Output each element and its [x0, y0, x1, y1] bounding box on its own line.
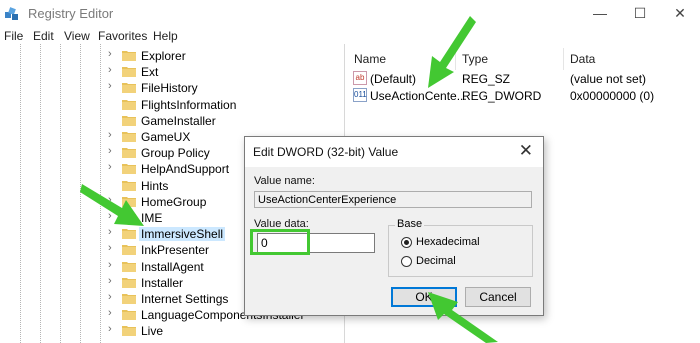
hexadecimal-label[interactable]: Hexadecimal	[416, 236, 480, 248]
base-label: Base	[395, 218, 425, 230]
close-icon[interactable]: ✕	[519, 141, 533, 161]
tree-item-label: Internet Settings	[141, 292, 229, 306]
column-separator[interactable]	[563, 48, 564, 70]
tree-item[interactable]: › FileHistory	[104, 80, 344, 96]
chevron-right-icon[interactable]: ›	[108, 291, 112, 303]
chevron-right-icon[interactable]: ›	[108, 145, 112, 157]
highlight-box	[250, 229, 310, 255]
decimal-radio[interactable]	[401, 256, 412, 267]
tree-item-label: HomeGroup	[141, 194, 207, 209]
tree-guide-line	[40, 44, 41, 343]
tree-item[interactable]: › Ext	[104, 64, 344, 80]
folder-icon	[122, 277, 136, 288]
tree-item-label: FlightsInformation	[141, 97, 237, 112]
folder-icon	[122, 82, 136, 94]
value-data: 0x00000000 (0)	[570, 89, 655, 103]
tree-item-label: Ext	[141, 65, 159, 80]
tree-item-label: InstallAgent	[141, 259, 204, 274]
string-value-icon: ab	[353, 71, 367, 85]
tree-item[interactable]: FlightsInformation	[104, 97, 344, 113]
column-header-data[interactable]: Data	[570, 52, 595, 66]
tree-item-label: HelpAndSupport	[141, 162, 230, 177]
value-row-default[interactable]: ab (Default) REG_SZ (value not set)	[353, 71, 700, 87]
folder-icon	[122, 309, 136, 321]
decimal-label[interactable]: Decimal	[416, 255, 456, 267]
folder-icon	[122, 147, 136, 159]
arrow-icon	[428, 16, 476, 88]
tree-item-label: Live	[141, 324, 164, 339]
column-header-name[interactable]: Name	[354, 52, 386, 66]
base-groupbox: Base Hexadecimal Decimal	[388, 218, 533, 277]
tree-item-label: FileHistory	[141, 81, 198, 96]
chevron-right-icon[interactable]: ›	[108, 242, 112, 254]
value-data: (value not set)	[570, 72, 647, 86]
chevron-right-icon[interactable]: ›	[108, 307, 112, 319]
tree-item-label: Installer	[141, 275, 184, 290]
folder-icon	[122, 115, 136, 126]
menu-file[interactable]: File	[4, 29, 23, 43]
chevron-right-icon[interactable]: ›	[108, 129, 112, 141]
value-name-field: UseActionCenterExperience	[254, 191, 532, 208]
chevron-right-icon[interactable]: ›	[108, 48, 112, 60]
arrow-icon	[80, 184, 144, 226]
chevron-right-icon[interactable]: ›	[108, 161, 112, 173]
close-window-button[interactable]: ✕	[660, 0, 700, 28]
hexadecimal-radio[interactable]	[401, 237, 412, 248]
value-name: (Default)	[370, 72, 417, 86]
window-title: Registry Editor	[28, 6, 114, 21]
tree-guide-line	[20, 44, 21, 343]
folder-icon	[122, 66, 136, 78]
tree-item[interactable]: › Explorer	[104, 48, 344, 64]
folder-icon	[122, 325, 136, 337]
folder-icon	[122, 244, 136, 256]
dialog-title-bar: Edit DWORD (32-bit) Value ✕	[245, 137, 543, 167]
tree-item-label: GameInstaller	[141, 113, 216, 128]
chevron-right-icon[interactable]: ›	[108, 275, 112, 287]
tree-item-label: GameUX	[141, 130, 191, 144]
folder-icon	[122, 99, 136, 110]
chevron-right-icon[interactable]: ›	[108, 259, 112, 271]
dword-value-icon: 011	[353, 88, 367, 102]
folder-icon	[122, 261, 136, 272]
tree-item-label: InkPresenter	[141, 243, 210, 258]
minimize-button[interactable]: —	[580, 0, 620, 28]
tree-item-label: Explorer	[141, 49, 186, 63]
folder-icon	[122, 163, 136, 175]
value-name-label: Value name:	[254, 175, 315, 187]
menu-help[interactable]: Help	[153, 29, 178, 43]
chevron-right-icon[interactable]: ›	[108, 80, 112, 92]
tree-item-label: Group Policy	[141, 146, 210, 161]
folder-icon	[122, 50, 136, 61]
chevron-right-icon[interactable]: ›	[108, 323, 112, 335]
value-row-useactioncenter[interactable]: 011 UseActionCente... REG_DWORD 0x000000…	[353, 88, 700, 104]
maximize-button[interactable]: ☐	[620, 0, 660, 28]
folder-icon	[122, 293, 136, 304]
dialog-title: Edit DWORD (32-bit) Value	[253, 145, 399, 159]
tree-guide-line	[60, 44, 61, 343]
tree-item-label: ImmersiveShell	[139, 227, 226, 242]
menu-favorites[interactable]: Favorites	[98, 29, 147, 43]
folder-icon	[122, 131, 136, 142]
tree-item[interactable]: › Live	[104, 323, 344, 339]
arrow-icon	[428, 292, 498, 343]
menu-edit[interactable]: Edit	[33, 29, 54, 43]
edit-dword-dialog: Edit DWORD (32-bit) Value ✕ Value name: …	[244, 136, 544, 316]
tree-item[interactable]: GameInstaller	[104, 113, 344, 129]
menu-view[interactable]: View	[64, 29, 90, 43]
title-bar: Registry Editor — ☐ ✕	[0, 0, 700, 28]
chevron-right-icon[interactable]: ›	[108, 64, 112, 76]
registry-editor-icon	[5, 7, 18, 20]
